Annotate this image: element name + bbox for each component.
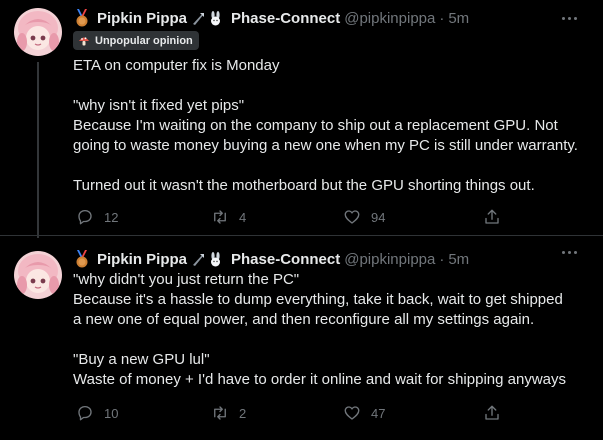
author-name[interactable]: Pipkin Pippa [97,10,187,27]
label-badge[interactable]: Unpopular opinion [73,31,199,50]
phase-connect-logo-icon [193,12,205,25]
text-line: Because it's a hassle to dump everything… [73,291,563,308]
affiliation-badge[interactable] [191,10,223,26]
share-button[interactable] [483,403,501,423]
timestamp[interactable]: 5m [448,10,469,27]
author-name[interactable]: Pipkin Pippa [97,251,187,268]
bronze-medal-icon [73,250,91,268]
reply-count: 10 [104,405,119,421]
action-bar: 10 2 47 [73,403,503,423]
more-icon[interactable] [559,8,579,28]
mushroom-icon [79,36,89,45]
action-bar: 12 4 94 [73,207,503,227]
share-icon [485,209,499,224]
text-line [73,156,593,176]
retweet-button[interactable]: 2 [211,403,246,423]
separator-dot: · [439,250,445,268]
bronze-medal-icon [73,9,91,27]
text-line: going to waste money buying a new one wh… [73,137,578,154]
text-line: Waste of money + I'd have to order it on… [73,371,566,388]
reply-icon [78,405,92,421]
avatar[interactable] [14,251,62,299]
bunny-icon [211,10,221,25]
text-line: "why isn't it fixed yet pips" [73,97,245,114]
like-count: 47 [371,405,386,421]
thread-connector [37,62,39,238]
tweet-header: Pipkin Pippa Phase-Connect @pipkinpippa … [73,8,469,28]
text-line: "Buy a new GPU lul" [73,351,210,368]
reply-button[interactable]: 10 [76,403,118,423]
separator-dot: · [439,9,445,27]
tweet-header: Pipkin Pippa Phase-Connect @pipkinpippa … [73,249,469,269]
tweet[interactable]: Pipkin Pippa Phase-Connect @pipkinpippa … [0,0,603,238]
avatar[interactable] [14,8,62,56]
like-count: 94 [371,209,386,225]
affiliation-badge[interactable] [191,251,223,267]
text-line: ETA on computer fix is Monday [73,57,280,74]
tweet-text: ETA on computer fix is Monday "why isn't… [73,56,593,196]
like-button[interactable]: 94 [343,207,385,227]
text-line: Turned out it wasn't the motherboard but… [73,177,535,194]
badge-label: Unpopular opinion [95,34,193,47]
timestamp[interactable]: 5m [448,251,469,268]
share-button[interactable] [483,207,501,227]
retweet-icon [214,406,226,420]
like-button[interactable]: 47 [343,403,385,423]
text-line: "why didn't you just return the PC" [73,271,300,288]
phase-connect-logo-icon [193,253,205,266]
reply-icon [78,209,92,225]
reply-count: 12 [104,209,119,225]
tweet-text: "why didn't you just return the PC" Beca… [73,270,593,390]
reply-button[interactable]: 12 [76,207,118,227]
affiliation-name[interactable]: Phase-Connect [231,10,340,27]
author-handle[interactable]: @pipkinpippa [344,10,435,27]
text-line [73,76,593,96]
more-icon[interactable] [559,242,579,262]
bunny-icon [211,251,221,266]
text-line [73,330,593,350]
retweet-count: 4 [239,209,247,225]
author-handle[interactable]: @pipkinpippa [344,251,435,268]
heart-icon [344,406,360,420]
affiliation-name[interactable]: Phase-Connect [231,251,340,268]
text-line: Because I'm waiting on the company to sh… [73,117,558,134]
share-icon [485,405,499,420]
retweet-button[interactable]: 4 [211,207,246,227]
text-line: a new one of equal power, and then recon… [73,311,535,328]
retweet-count: 2 [239,405,247,421]
heart-icon [344,210,360,224]
retweet-icon [214,210,226,224]
